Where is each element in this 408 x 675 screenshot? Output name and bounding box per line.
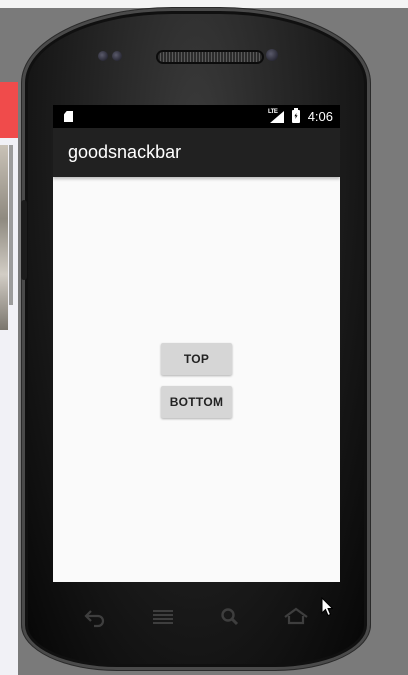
volume-button[interactable] (21, 200, 27, 280)
proximity-sensor-icon (112, 51, 122, 61)
status-bar: LTE 4:06 (53, 105, 340, 128)
home-icon[interactable] (283, 606, 308, 628)
network-type-label: LTE (268, 109, 278, 115)
mouse-cursor-icon (321, 597, 333, 617)
front-camera-icon (98, 51, 108, 61)
search-icon[interactable] (218, 606, 242, 628)
lte-signal-icon: LTE (268, 109, 284, 123)
navigation-bar (53, 596, 340, 638)
back-icon[interactable] (83, 606, 107, 628)
background-window-toolbar (0, 82, 18, 138)
light-sensor-icon (266, 49, 278, 61)
background-window-scrollbar[interactable] (9, 145, 13, 305)
app-title: goodsnackbar (68, 142, 182, 162)
earpiece-speaker (158, 52, 262, 62)
status-time: 4:06 (307, 109, 333, 124)
top-button[interactable]: TOP (161, 343, 232, 375)
device-screen: LTE 4:06 goodsnackbar TOP BOTTOM (53, 105, 340, 582)
app-bar: goodsnackbar (53, 128, 340, 177)
menu-icon[interactable] (151, 606, 175, 628)
sd-card-icon (64, 111, 73, 122)
top-strip (0, 0, 408, 8)
bottom-button[interactable]: BOTTOM (161, 386, 232, 418)
battery-charging-icon (292, 108, 300, 123)
background-window-image (0, 145, 8, 330)
